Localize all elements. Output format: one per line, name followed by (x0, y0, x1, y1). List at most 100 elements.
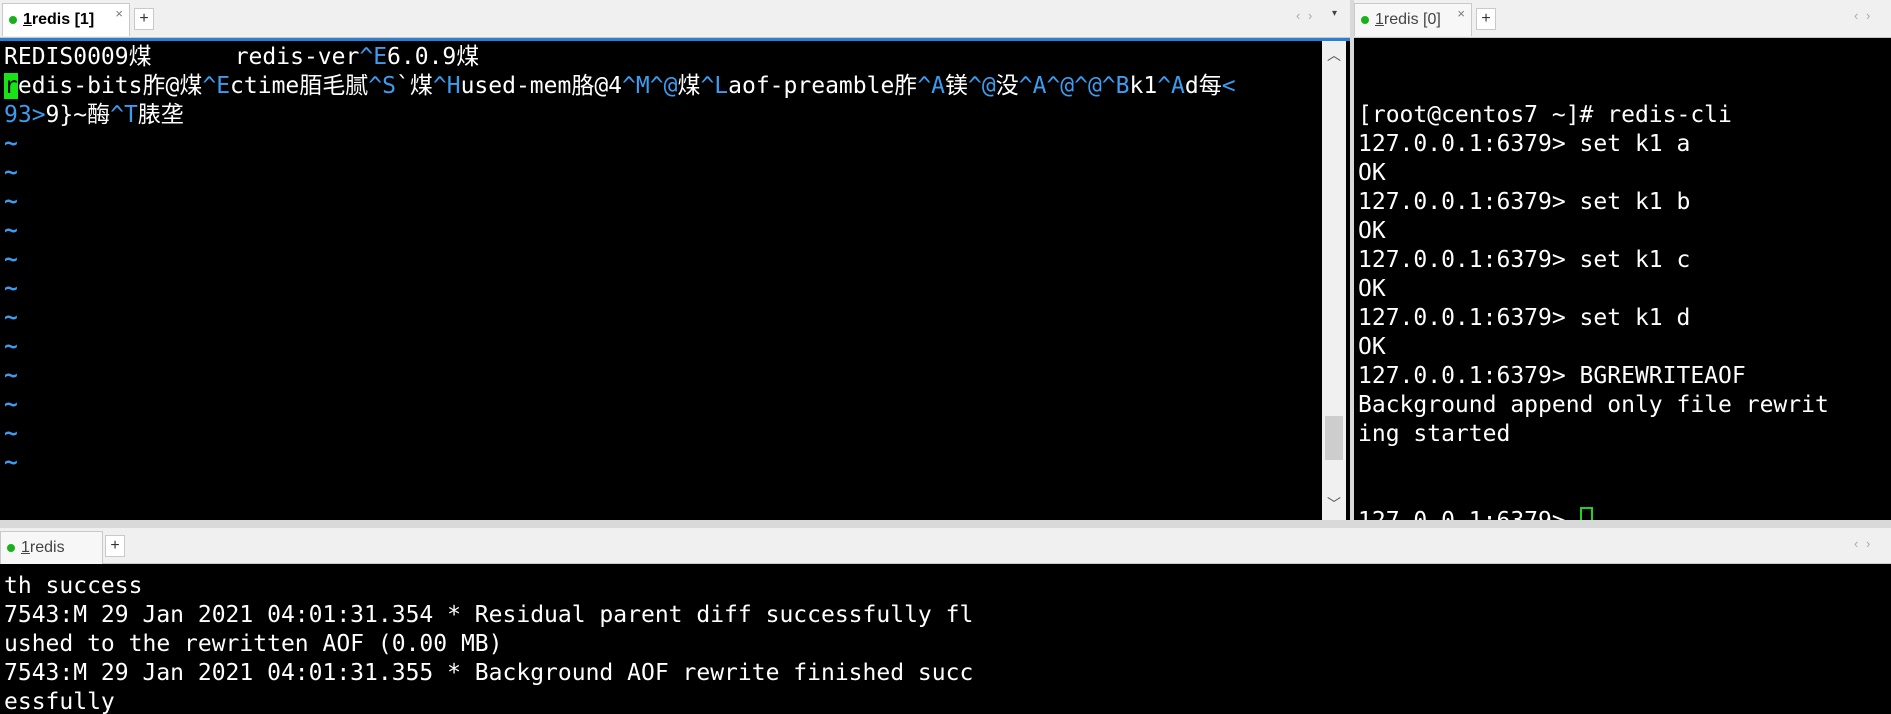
connected-status-icon (7, 544, 15, 552)
left-tab-bar: 1 redis [1] × + ‹ › ▾ (0, 0, 1350, 38)
buffer-text: 镁 (945, 73, 969, 99)
control-char: ^L (700, 73, 729, 99)
empty-line-marker: ~ (4, 333, 1236, 362)
empty-line-marker: ~ (4, 246, 1236, 275)
buffer-text: ~ (4, 160, 18, 186)
control-char: ^A^@^@^B (1018, 73, 1130, 99)
empty-line-marker: ~ (4, 304, 1236, 333)
output-line: OK (1358, 218, 1386, 244)
control-char: ^M^@ (622, 73, 678, 99)
connected-status-icon (9, 16, 17, 24)
output-line: 127.0.0.1:6379> set k1 c (1358, 247, 1691, 273)
buffer-text: aof-preamble胙 (728, 73, 918, 99)
scrollbar-thumb[interactable] (1325, 416, 1343, 460)
buffer-text: ~ (4, 334, 18, 360)
output-line: th success (4, 573, 143, 599)
buffer-text: 煤 (677, 73, 701, 99)
empty-line-marker: ~ (4, 362, 1236, 391)
output-line: OK (1358, 276, 1386, 302)
tab-number: 1 (21, 539, 30, 556)
buffer-line: 93>9}~酶^T脿垄 (4, 101, 1236, 130)
empty-line-marker: ~ (4, 130, 1236, 159)
horizontal-split-divider[interactable] (0, 520, 1891, 528)
tab-redis-1[interactable]: 1 redis [1] × (2, 3, 130, 36)
tab-scroll-arrows-icon[interactable]: ‹ › (1854, 536, 1872, 551)
tab-label: redis [1] (31, 11, 95, 28)
connected-status-icon (1361, 16, 1369, 24)
control-char: 93> (4, 102, 46, 128)
output-line: Background append only file rewrit (1358, 392, 1829, 418)
output-line: 7543:M 29 Jan 2021 04:01:31.354 * Residu… (4, 602, 974, 628)
buffer-text: ~ (4, 421, 18, 447)
control-char: ^A (917, 73, 946, 99)
tab-number: 1 (23, 11, 32, 28)
buffer-text: ~ (4, 276, 18, 302)
control-char: ^@ (968, 73, 996, 99)
tab-scroll-arrows-icon[interactable]: ‹ › (1296, 8, 1314, 23)
output-line: 7543:M 29 Jan 2021 04:01:31.355 * Backgr… (4, 660, 974, 686)
bottom-terminal-pane[interactable]: 1 redis + ‹ › th success 7543:M 29 Jan 20… (0, 528, 1891, 714)
right-terminal-pane[interactable]: 1 redis [0] × + ‹ › [root@centos7 ~]# re… (1354, 0, 1891, 520)
buffer-text: 脿垄 (137, 102, 184, 128)
vim-buffer[interactable]: REDIS0009煤 redis-ver ^E 6.0.9煤 redis-bits胙@… (4, 43, 1236, 478)
prompt-text: 127.0.0.1:6379> (1358, 508, 1580, 520)
redis-server-log: th success 7543:M 29 Jan 2021 04:01:31.35… (4, 572, 973, 714)
tab-label: redis (29, 539, 65, 556)
output-line: ushed to the rewritten AOF (0.00 MB) (4, 631, 503, 657)
buffer-text: REDIS0009煤 redis-ver (4, 44, 360, 70)
scroll-down-icon[interactable]: ﹀ (1322, 494, 1346, 516)
terminal-cursor (1579, 507, 1593, 520)
output-line: 127.0.0.1:6379> set k1 d (1358, 305, 1691, 331)
buffer-text: k1 (1129, 73, 1158, 99)
close-tab-icon[interactable]: × (1457, 6, 1465, 21)
control-char: ^H (432, 73, 461, 99)
control-char: ^T (110, 102, 138, 128)
control-char: ^E (202, 73, 231, 99)
empty-line-marker: ~ (4, 449, 1236, 478)
empty-line-marker: ~ (4, 275, 1236, 304)
add-tab-button[interactable]: + (1476, 8, 1496, 30)
control-char: < (1221, 73, 1236, 99)
buffer-text: 6.0.9煤 (387, 44, 480, 70)
buffer-text: d每 (1184, 73, 1222, 99)
terminal-output: [root@centos7 ~]# redis-cli 127.0.0.1:637… (1358, 101, 1829, 449)
buffer-text: used-mem胳@4 (460, 73, 623, 99)
buffer-text: ctime脜毛腻 (230, 73, 369, 99)
vim-cursor: r (4, 73, 18, 99)
output-line: essfully (4, 689, 115, 714)
buffer-text: ~ (4, 363, 18, 389)
scroll-up-icon[interactable]: ︿ (1322, 45, 1346, 67)
close-tab-icon[interactable]: × (115, 6, 123, 21)
right-tab-bar: 1 redis [0] × + ‹ › (1354, 0, 1891, 38)
empty-line-marker: ~ (4, 217, 1236, 246)
prompt-line[interactable]: 127.0.0.1:6379> (1358, 507, 1829, 520)
redis-cli-terminal[interactable]: [root@centos7 ~]# redis-cli 127.0.0.1:637… (1358, 43, 1829, 520)
bottom-tab-bar: 1 redis + ‹ › (0, 528, 1891, 564)
tab-redis[interactable]: 1 redis (0, 531, 103, 564)
buffer-text: ~ (4, 392, 18, 418)
buffer-line: redis-bits胙@煤^Ectime脜毛腻^S`煤^Hused-mem胳@4… (4, 72, 1236, 101)
buffer-text: edis-bits胙@煤 (17, 73, 203, 99)
buffer-text: ~ (4, 218, 18, 244)
output-line: ing started (1358, 421, 1511, 447)
empty-line-marker: ~ (4, 420, 1236, 449)
add-tab-button[interactable]: + (134, 8, 154, 30)
buffer-text: ~ (4, 305, 18, 331)
tab-redis-0[interactable]: 1 redis [0] × (1354, 3, 1472, 36)
control-char: ^A (1157, 73, 1185, 99)
left-terminal-pane[interactable]: 1 redis [1] × + ‹ › ▾ REDIS0009煤 redis-v… (0, 0, 1350, 520)
buffer-text: ~ (4, 131, 18, 157)
tab-list-dropdown-icon[interactable]: ▾ (1332, 8, 1337, 19)
tab-number: 1 (1375, 11, 1384, 28)
tab-scroll-arrows-icon[interactable]: ‹ › (1854, 8, 1872, 23)
output-line: OK (1358, 334, 1386, 360)
buffer-text: 9}~酶 (45, 102, 111, 128)
tab-label: redis [0] (1383, 11, 1441, 28)
left-scrollbar[interactable]: ︿ ﹀ (1322, 41, 1346, 520)
empty-line-marker: ~ (4, 159, 1236, 188)
output-line: 127.0.0.1:6379> set k1 a (1358, 131, 1691, 157)
active-pane-accent (0, 38, 1350, 41)
buffer-text: ~ (4, 189, 18, 215)
empty-line-marker: ~ (4, 188, 1236, 217)
add-tab-button[interactable]: + (105, 535, 125, 557)
